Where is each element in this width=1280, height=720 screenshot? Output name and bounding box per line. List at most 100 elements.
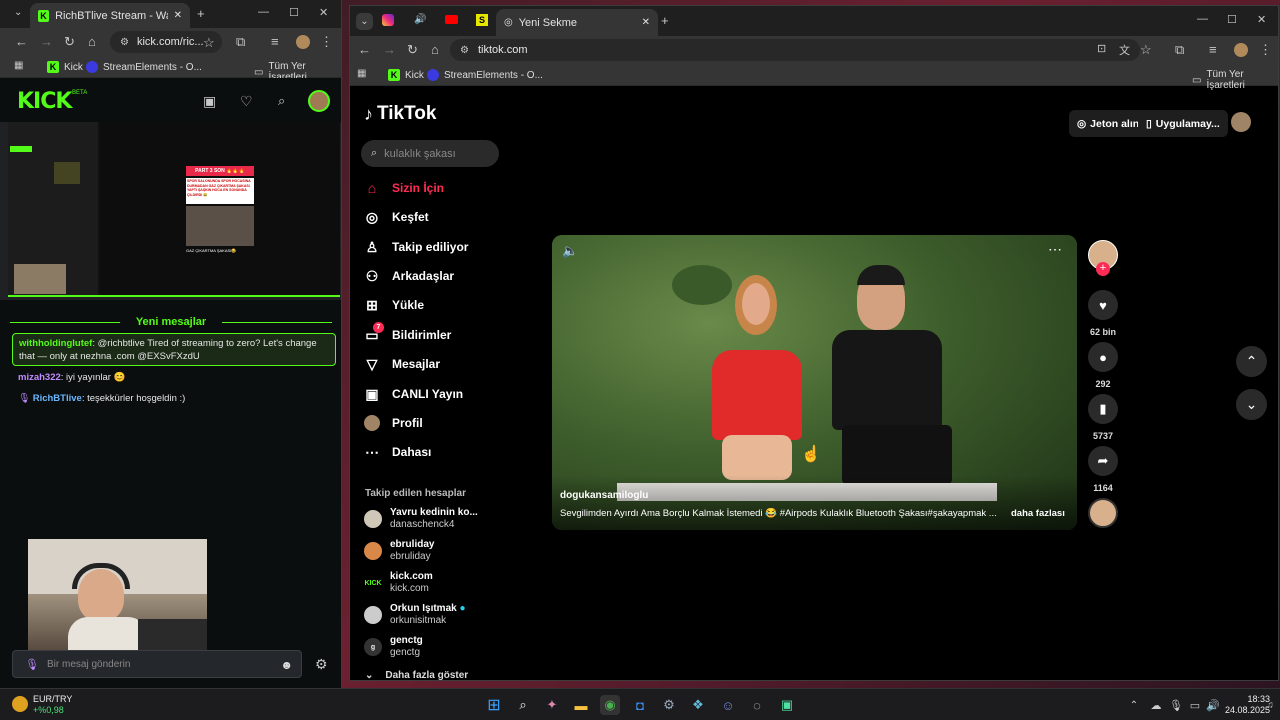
chat-username[interactable]: RichBTlive: [33, 393, 82, 404]
nav-messages[interactable]: ▽ Mesajlar: [364, 353, 440, 375]
forward-icon[interactable]: →: [40, 34, 53, 49]
chat-username[interactable]: mizah322: [18, 372, 61, 383]
nav-friends[interactable]: ⚇ Arkadaşlar: [364, 265, 454, 287]
chevron-up-icon[interactable]: ⌃: [1124, 695, 1144, 715]
apps-grid-icon[interactable]: ▦: [14, 60, 23, 71]
tab-kick-stream[interactable]: K RichBTlive Stream - Watch Live ✕: [30, 3, 190, 28]
nav-following[interactable]: ♙ Takip ediliyor: [364, 236, 469, 258]
onedrive-icon[interactable]: ☁: [1146, 695, 1166, 715]
app-icon[interactable]: ▣: [777, 695, 797, 715]
nav-upload[interactable]: ⊞ Yükle: [364, 294, 424, 316]
s-tab-icon[interactable]: S: [476, 14, 488, 26]
followed-account[interactable]: g genctg genctg: [364, 633, 423, 661]
search-icon[interactable]: ⌕: [278, 93, 285, 109]
back-icon[interactable]: ←: [15, 34, 28, 49]
weather-widget-icon[interactable]: [12, 696, 28, 712]
site-info-icon[interactable]: ⚙: [460, 45, 469, 56]
install-app-icon[interactable]: ⊡: [1097, 42, 1106, 55]
followed-account[interactable]: Yavru kedinin ko... danaschenck4: [364, 505, 478, 533]
notification-bell-icon[interactable]: ♫: [1260, 695, 1280, 715]
reload-icon[interactable]: ↻: [64, 34, 75, 50]
maximize-icon[interactable]: ☐: [1227, 13, 1237, 26]
tab-new-tab[interactable]: ◎ Yeni Sekme ✕: [496, 9, 658, 36]
tab-close-icon[interactable]: ✕: [174, 10, 182, 21]
discord-icon[interactable]: ☺: [718, 695, 738, 715]
share-action[interactable]: ➦ 1164: [1088, 446, 1118, 493]
nav-live[interactable]: ▣ CANLI Yayın: [364, 383, 463, 405]
menu-icon[interactable]: ⋮: [1259, 42, 1272, 58]
audio-tab-icon[interactable]: 🔊: [414, 14, 426, 25]
previous-video-button[interactable]: ⌃: [1236, 346, 1267, 377]
minimize-icon[interactable]: —: [258, 6, 269, 18]
search-input[interactable]: ⌕ kulaklık şakası: [361, 140, 499, 167]
sound-avatar[interactable]: [1088, 498, 1118, 528]
video-player[interactable]: 🔈 ⋯ dogukansamiloglu Sevgilimden Ayırdı …: [552, 235, 1077, 530]
save-action[interactable]: ▮ 5737: [1088, 394, 1118, 441]
close-window-icon[interactable]: ✕: [1257, 13, 1266, 26]
get-coins-button[interactable]: ◎ Jeton alın: [1069, 110, 1148, 137]
home-icon[interactable]: ⌂: [431, 42, 439, 57]
tab-search-icon[interactable]: ⌄: [14, 7, 22, 18]
youtube-tab-icon[interactable]: [445, 15, 458, 24]
bookmark-streamelements[interactable]: StreamElements - O...: [86, 61, 202, 73]
heart-icon[interactable]: ♥: [1088, 290, 1118, 320]
file-explorer-icon[interactable]: ▬: [571, 695, 591, 715]
instagram-tab-icon[interactable]: [382, 14, 394, 26]
nav-for-you[interactable]: ⌂ Sizin İçin: [364, 177, 444, 199]
nav-more[interactable]: ⋯ Dahası: [364, 441, 431, 463]
next-video-button[interactable]: ⌄: [1236, 389, 1267, 420]
outlook-icon[interactable]: ◘: [630, 695, 650, 715]
home-icon[interactable]: ⌂: [88, 34, 96, 49]
site-info-icon[interactable]: ⚙: [120, 37, 129, 48]
currency-widget[interactable]: EUR/TRY +%0,98: [33, 694, 72, 716]
new-tab-icon[interactable]: +: [661, 13, 669, 28]
extensions-icon[interactable]: ⧉: [1175, 42, 1184, 58]
app-icon[interactable]: ❖: [688, 695, 708, 715]
bookmark-star-icon[interactable]: ☆: [1140, 42, 1152, 58]
nav-notifications[interactable]: ▭ 7 Bildirimler: [364, 322, 451, 346]
profile-avatar[interactable]: [1234, 43, 1248, 57]
nav-explore[interactable]: ◎ Keşfet: [364, 206, 429, 228]
menu-icon[interactable]: ⋮: [320, 34, 333, 50]
all-bookmarks[interactable]: ▭ Tüm Yer İşaretleri: [1192, 69, 1278, 91]
media-icon[interactable]: ≡: [1209, 42, 1217, 57]
apps-grid-icon[interactable]: ▦: [357, 68, 366, 79]
search-icon[interactable]: ⌕: [513, 695, 533, 715]
user-avatar[interactable]: [1231, 112, 1251, 132]
bookmark-streamelements[interactable]: StreamElements - O...: [427, 69, 543, 81]
bookmark-star-icon[interactable]: ☆: [203, 35, 215, 51]
see-more-button[interactable]: ⌄ Daha fazla göster: [365, 670, 468, 680]
close-window-icon[interactable]: ✕: [319, 6, 328, 19]
right-address-bar[interactable]: ⚙ tiktok.com: [450, 39, 1140, 61]
more-options-icon[interactable]: ⋯: [1048, 241, 1062, 258]
heart-icon[interactable]: ♡: [240, 93, 253, 110]
reload-icon[interactable]: ↻: [407, 42, 418, 58]
emoji-icon[interactable]: ☻: [280, 658, 293, 672]
forward-icon[interactable]: →: [383, 42, 396, 57]
app-icon[interactable]: ◌: [747, 695, 767, 715]
user-avatar[interactable]: [308, 90, 330, 112]
followed-account[interactable]: Orkun Işıtmak ● orkunisitmak: [364, 601, 466, 629]
windows-start-icon[interactable]: ⊞: [484, 695, 504, 715]
nav-profile[interactable]: Profil: [364, 412, 423, 434]
comment-action[interactable]: ● 292: [1088, 342, 1118, 389]
network-icon[interactable]: ▭: [1185, 695, 1205, 715]
get-app-button[interactable]: ▯ Uygulamay...: [1138, 110, 1228, 137]
extensions-icon[interactable]: ⧉: [236, 34, 245, 50]
followed-account[interactable]: ebruliday ebruliday: [364, 537, 434, 565]
like-action[interactable]: ♥ 62 bin: [1088, 290, 1118, 337]
copilot-icon[interactable]: ✦: [542, 695, 562, 715]
follow-plus-icon[interactable]: +: [1096, 262, 1110, 276]
steam-icon[interactable]: ⚙: [659, 695, 679, 715]
minimize-icon[interactable]: —: [1197, 13, 1208, 25]
back-icon[interactable]: ←: [358, 42, 371, 57]
microphone-icon[interactable]: 🎙: [1166, 695, 1186, 715]
chat-username[interactable]: withholdinglutef: [19, 338, 92, 349]
chrome-icon[interactable]: ◉: [600, 695, 620, 715]
new-messages-divider[interactable]: Yeni mesajlar: [10, 316, 332, 328]
chat-settings-gear-icon[interactable]: ⚙: [315, 656, 328, 673]
volume-icon[interactable]: 🔈: [562, 243, 578, 259]
stream-video-player[interactable]: PART 3 SON 🔥🔥🔥 SPOR SALONUNDA SPOR HOCAS…: [8, 122, 340, 297]
creator-avatar[interactable]: +: [1088, 240, 1118, 276]
see-more-link[interactable]: daha fazlası: [1011, 508, 1065, 519]
